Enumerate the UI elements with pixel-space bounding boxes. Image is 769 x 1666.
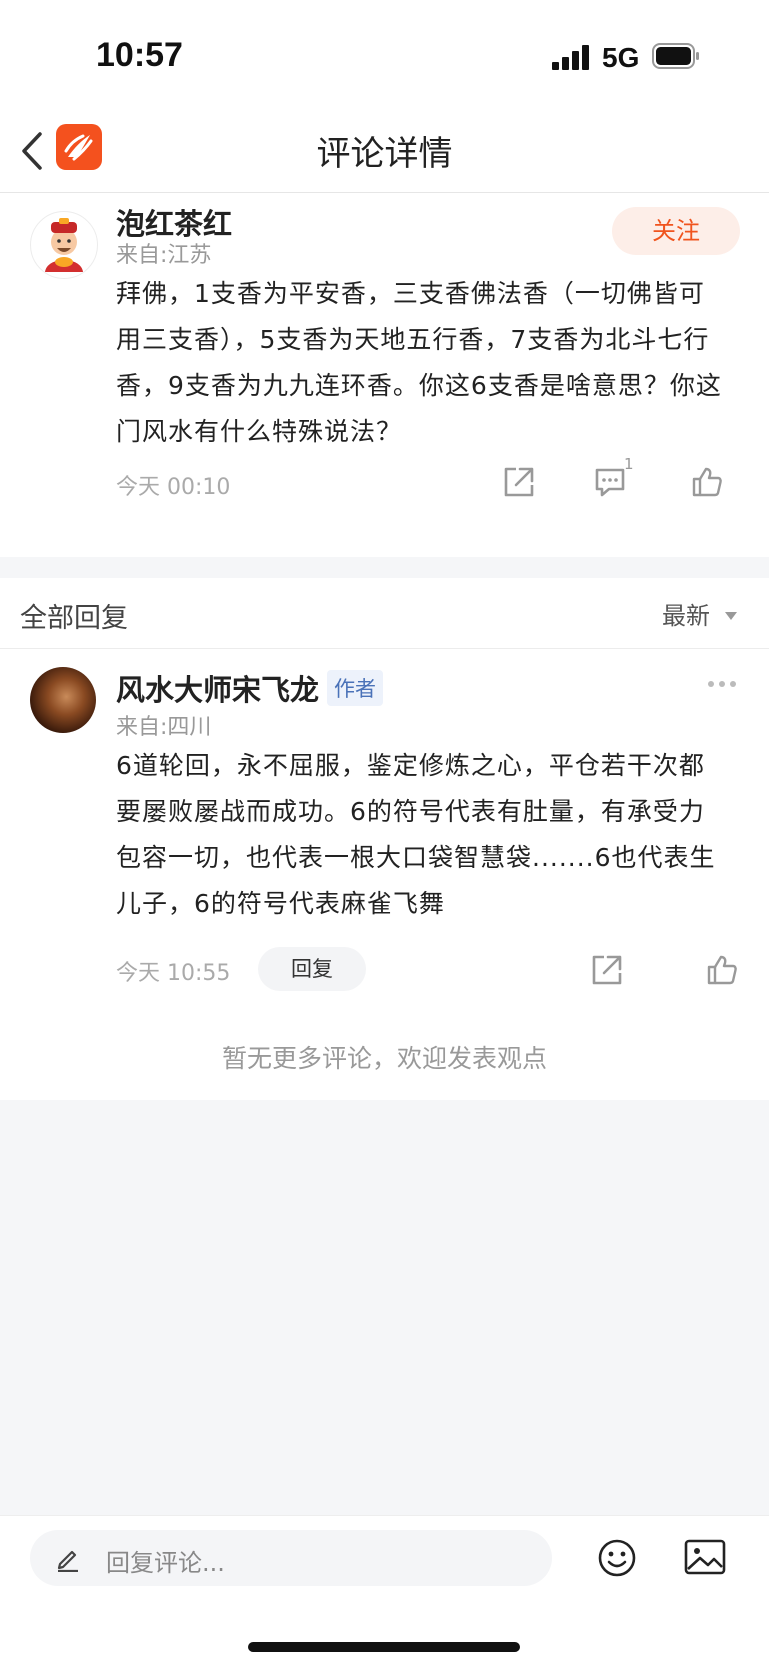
replies-title: 全部回复 — [20, 603, 128, 634]
battery-icon — [652, 43, 699, 69]
network-label: 5G — [602, 42, 640, 73]
like-icon[interactable] — [705, 953, 739, 987]
bottom-bar: 回复评论... — [0, 1515, 769, 1666]
app-logo-mark — [64, 134, 93, 161]
comment-text: 拜佛，1支香为平安香，三支香佛法香（一切佛皆可用三支香），5支香为天地五行香，7… — [116, 279, 722, 446]
page-title: 评论详情 — [316, 134, 453, 174]
reply-button[interactable]: 回复 — [258, 947, 366, 991]
status-bar: 10:57 5G — [0, 0, 769, 110]
no-more-comments: 暂无更多评论，欢迎发表观点 — [221, 1044, 547, 1073]
chevron-down-icon — [724, 612, 737, 620]
reply-input[interactable]: 回复评论... — [30, 1530, 552, 1586]
comment-time: 今天 00:10 — [116, 475, 231, 500]
replies-header: 全部回复 最新 — [0, 578, 769, 649]
main-comment: 泡红茶红 来自:江苏 关注 拜佛，1支香为平安香，三支香佛法香（一切佛皆可用三支… — [0, 193, 769, 557]
avatar-image — [45, 218, 83, 272]
sort-dropdown[interactable]: 最新 — [662, 596, 738, 631]
reply-username-row: 风水大师宋飞龙 作者 — [116, 667, 384, 709]
reply-input-placeholder: 回复评论... — [106, 1549, 225, 1577]
comment-location: 来自:江苏 — [116, 243, 212, 268]
avatar[interactable] — [30, 667, 96, 733]
reply-location: 来自:四川 — [116, 715, 212, 740]
reply-text: 6道轮回，永不屈服，鉴定修炼之心，平仓若干次都要屡败屡战而成功。6的符号代表有肚… — [116, 751, 716, 918]
reply-username[interactable]: 风水大师宋飞龙 — [116, 673, 319, 707]
reply-item: 风水大师宋飞龙 作者 来自:四川 6道轮回，永不屈服，鉴定修炼之心，平仓若干次都要… — [0, 649, 769, 1100]
nav-bar: 评论详情 — [0, 110, 769, 193]
reply-time: 今天 10:55 — [116, 961, 231, 986]
author-badge: 作者 — [327, 670, 384, 706]
app-logo[interactable] — [56, 124, 102, 170]
like-icon[interactable] — [690, 465, 724, 499]
home-indicator — [248, 1642, 520, 1652]
image-icon[interactable] — [684, 1538, 726, 1576]
avatar[interactable] — [30, 211, 98, 279]
reply-count-badge: 1 — [624, 455, 634, 473]
share-icon[interactable] — [590, 953, 624, 987]
follow-button[interactable]: 关注 — [612, 207, 740, 255]
status-time: 10:57 — [96, 36, 183, 74]
signal-icon — [552, 44, 592, 70]
more-icon[interactable] — [706, 679, 738, 689]
comment-icon[interactable] — [593, 465, 627, 499]
pencil-icon — [57, 1550, 78, 1572]
share-icon[interactable] — [502, 465, 536, 499]
emoji-icon[interactable] — [597, 1538, 637, 1578]
sort-label: 最新 — [662, 602, 710, 630]
back-icon[interactable] — [18, 130, 48, 172]
